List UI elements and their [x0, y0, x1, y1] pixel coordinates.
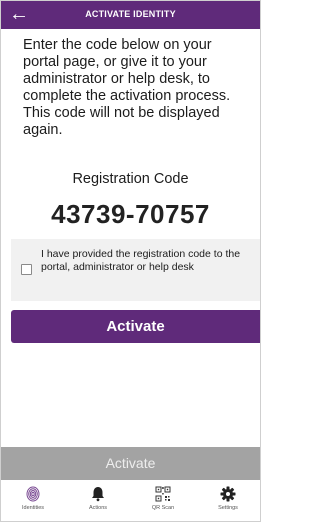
- activate-button[interactable]: Activate: [11, 310, 260, 343]
- registration-code-label: Registration Code: [72, 171, 189, 187]
- tab-actions-label: Actions: [88, 505, 108, 511]
- page-title: ACTIVATE IDENTITY: [85, 9, 176, 19]
- tab-qr-scan-label: QR Scan: [151, 505, 175, 511]
- qr-code-icon: [155, 486, 171, 502]
- tab-actions[interactable]: Actions: [66, 480, 130, 521]
- bell-icon: [92, 487, 104, 502]
- tab-identities-label: Identities: [21, 505, 44, 511]
- fingerprint-icon: [26, 486, 40, 502]
- phone-screen: ← ACTIVATE IDENTITY Enter the code below…: [0, 0, 261, 522]
- registration-code-value: 43739-70757: [51, 199, 210, 229]
- confirmation-label: I have provided the registration code to…: [41, 248, 241, 273]
- tab-identities[interactable]: Identities: [1, 480, 65, 521]
- tab-settings-label: Settings: [218, 505, 238, 511]
- gear-icon: [220, 486, 236, 502]
- confirmation-row[interactable]: I have provided the registration code to…: [11, 239, 260, 301]
- bottom-tab-bar: Identities Actions QR Scan Settings: [1, 480, 260, 521]
- confirmation-checkbox[interactable]: [21, 264, 32, 275]
- instructions-text: Enter the code below on your portal page…: [23, 37, 231, 138]
- tab-qr-scan[interactable]: QR Scan: [131, 480, 195, 521]
- activate-footer-button[interactable]: Activate: [1, 447, 260, 480]
- header-bar: ← ACTIVATE IDENTITY: [1, 1, 260, 29]
- tab-settings[interactable]: Settings: [196, 480, 260, 521]
